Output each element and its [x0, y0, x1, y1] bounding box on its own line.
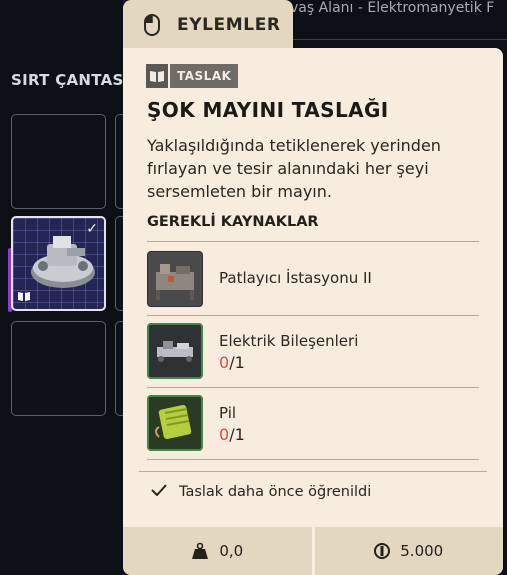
- coin-icon: [374, 543, 391, 559]
- mouse-icon: [144, 14, 160, 40]
- backpack-slot[interactable]: [11, 321, 106, 416]
- price-cell: 5.000: [315, 527, 504, 575]
- weight-value: 0,0: [219, 542, 244, 560]
- resource-name: Elektrik Bileşenleri: [219, 332, 359, 350]
- book-icon: [146, 64, 168, 88]
- explosives-station-thumbnail: [147, 251, 203, 307]
- blueprint-book-icon: [18, 286, 30, 305]
- resource-quantity: 0/1: [219, 353, 245, 372]
- weight-icon: [192, 543, 209, 559]
- item-description: Yaklaşıldığında tetiklenerek yerinden fı…: [147, 136, 441, 201]
- divider: [139, 471, 487, 472]
- weight-cell: 0,0: [123, 527, 312, 575]
- electrical-components-thumbnail: [147, 323, 203, 379]
- resource-name: Patlayıcı İstasyonu II: [219, 269, 372, 287]
- item-type-label: TASLAK: [170, 64, 239, 88]
- background-header-text: vaş Alanı - Elektromanyetik F: [290, 0, 495, 16]
- divider: [147, 241, 479, 242]
- check-icon: [151, 484, 169, 500]
- resource-row: Pil 0/1: [147, 387, 479, 459]
- resource-name: Pil: [219, 404, 237, 422]
- battery-thumbnail: [147, 395, 203, 451]
- resource-quantity: 0/1: [219, 425, 245, 444]
- learned-status: Taslak daha önce öğrenildi: [151, 482, 371, 502]
- item-tooltip-panel: TASLAK ŞOK MAYINI TASLAĞI Yaklaşıldığınd…: [123, 48, 503, 575]
- resource-row: Patlayıcı İstasyonu II: [147, 243, 479, 315]
- tooltip-footer: 0,0 5.000: [123, 527, 503, 575]
- selected-check-icon: ✓: [86, 221, 98, 237]
- requirements-title: GEREKLİ KAYNAKLAR: [147, 214, 319, 230]
- actions-tab[interactable]: EYLEMLER: [123, 0, 293, 50]
- backpack-slot[interactable]: [11, 114, 106, 209]
- item-title: ŞOK MAYINI TASLAĞI: [147, 98, 389, 122]
- learned-status-text: Taslak daha önce öğrenildi: [179, 484, 372, 500]
- divider: [147, 459, 479, 460]
- backpack-slot-selected[interactable]: ✓: [11, 216, 106, 311]
- background-divider: [290, 39, 507, 40]
- item-type-badge: TASLAK: [146, 64, 239, 88]
- resource-row: Elektrik Bileşenleri 0/1: [147, 315, 479, 387]
- price-value: 5.000: [400, 542, 444, 560]
- actions-tab-label: EYLEMLER: [177, 15, 281, 35]
- backpack-title: SIRT ÇANTASI: [11, 71, 130, 89]
